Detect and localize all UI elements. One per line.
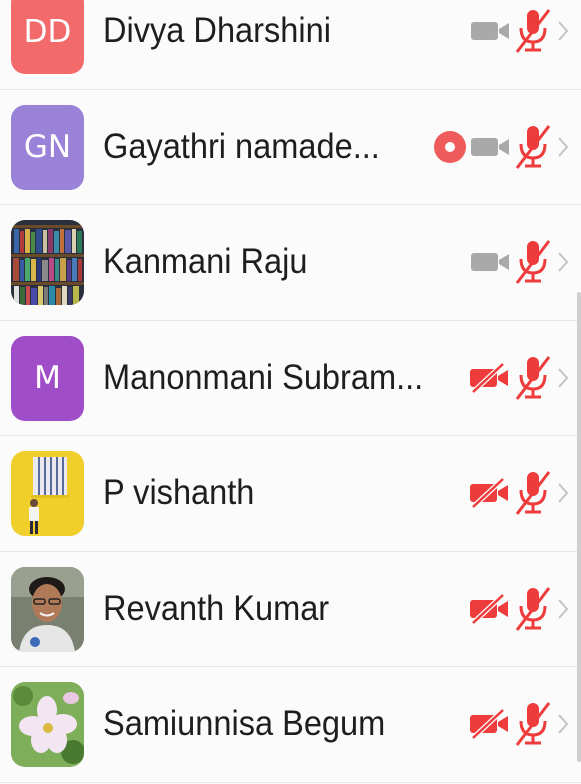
person-yellow-wall-photo-icon: [11, 451, 84, 536]
participant-controls: [469, 436, 569, 551]
participant-name: Manonmani Subram...: [103, 357, 424, 397]
recording-icon: [433, 130, 467, 164]
video-camera-muted-icon[interactable]: [469, 478, 511, 509]
chevron-right-icon[interactable]: [557, 713, 569, 735]
participant-controls: [471, 0, 569, 89]
chevron-right-icon[interactable]: [557, 136, 569, 158]
participant-name: Revanth Kumar: [103, 588, 330, 628]
chevron-right-icon[interactable]: [557, 598, 569, 620]
participant-name: P vishanth: [103, 473, 255, 513]
chevron-right-icon[interactable]: [557, 482, 569, 504]
participant-controls: [469, 321, 569, 436]
participant-list: DD Divya Dharshini GN Gayathri namade...: [0, 0, 581, 783]
participant-row[interactable]: DD Divya Dharshini: [0, 0, 581, 90]
chevron-right-icon[interactable]: [557, 251, 569, 273]
microphone-muted-icon[interactable]: [515, 124, 551, 170]
chevron-right-icon[interactable]: [557, 20, 569, 42]
participant-row[interactable]: Kanmani Raju: [0, 205, 581, 321]
avatar: [11, 220, 84, 305]
participant-name: Divya Dharshini: [103, 11, 331, 51]
avatar: DD: [11, 0, 84, 74]
microphone-muted-icon[interactable]: [515, 8, 551, 54]
participant-controls: [471, 205, 569, 320]
video-camera-icon[interactable]: [471, 251, 511, 273]
chevron-right-icon[interactable]: [557, 367, 569, 389]
participant-name: Samiunnisa Begum: [103, 704, 386, 744]
participant-row[interactable]: Samiunnisa Begum: [0, 667, 581, 783]
avatar: GN: [11, 104, 84, 190]
scrollbar[interactable]: [577, 292, 581, 762]
microphone-muted-icon[interactable]: [515, 470, 551, 516]
participant-row[interactable]: P vishanth: [0, 436, 581, 552]
microphone-muted-icon[interactable]: [515, 239, 551, 285]
avatar: [11, 451, 84, 536]
avatar: [11, 566, 84, 652]
flower-photo-icon: [11, 682, 84, 767]
video-camera-icon[interactable]: [471, 20, 511, 42]
avatar: [11, 682, 84, 767]
microphone-muted-icon[interactable]: [515, 701, 551, 747]
participant-name: Kanmani Raju: [103, 242, 308, 282]
participant-row[interactable]: Revanth Kumar: [0, 552, 581, 667]
microphone-muted-icon[interactable]: [515, 586, 551, 632]
participant-row[interactable]: GN Gayathri namade...: [0, 90, 581, 205]
participant-controls: [469, 552, 569, 667]
person-portrait-photo-icon: [11, 566, 84, 652]
avatar: M: [11, 335, 84, 421]
participant-row[interactable]: M Manonmani Subram...: [0, 321, 581, 436]
video-camera-icon[interactable]: [471, 136, 511, 158]
bookshelf-photo-icon: [11, 220, 84, 305]
microphone-muted-icon[interactable]: [515, 355, 551, 401]
video-camera-muted-icon[interactable]: [469, 593, 511, 624]
participant-controls: [469, 667, 569, 782]
video-camera-muted-icon[interactable]: [469, 709, 511, 740]
participant-controls: [433, 90, 569, 205]
video-camera-muted-icon[interactable]: [469, 362, 511, 393]
participant-name: Gayathri namade...: [103, 126, 380, 166]
